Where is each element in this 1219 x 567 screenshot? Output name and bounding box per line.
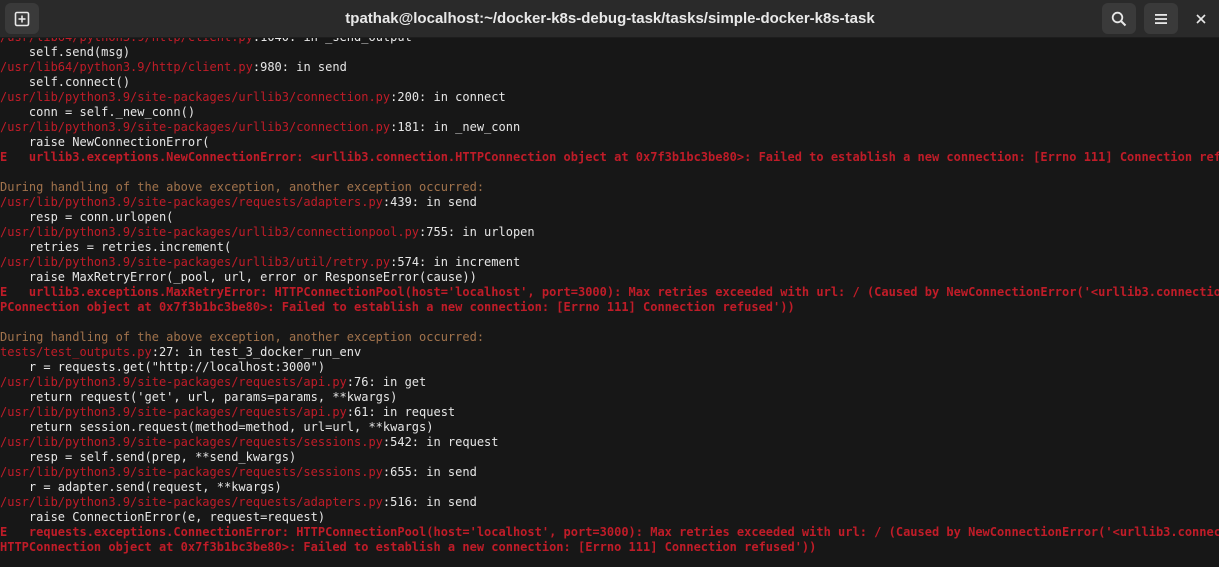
terminal-line: /usr/lib/python3.9/site-packages/urllib3… <box>0 90 1219 105</box>
terminal-line: conn = self._new_conn() <box>0 105 1219 120</box>
new-tab-button[interactable] <box>5 3 39 34</box>
terminal-line: raise MaxRetryError(_pool, url, error or… <box>0 270 1219 285</box>
file-path: /usr/lib/python3.9/site-packages/request… <box>0 375 347 389</box>
source-text: :980: in send <box>252 60 347 74</box>
terminal-line: /usr/lib/python3.9/site-packages/request… <box>0 465 1219 480</box>
file-path: /usr/lib/python3.9/site-packages/request… <box>0 435 383 449</box>
terminal-line: resp = self.send(prep, **send_kwargs) <box>0 450 1219 465</box>
source-text: r = adapter.send(request, **kwargs) <box>0 480 282 494</box>
terminal-line: /usr/lib/python3.9/site-packages/request… <box>0 435 1219 450</box>
file-path: /usr/lib/python3.9/site-packages/urllib3… <box>0 225 420 239</box>
terminal-line: r = requests.get("http://localhost:3000"… <box>0 360 1219 375</box>
source-text: r = requests.get("http://localhost:3000"… <box>0 360 326 374</box>
terminal-line: /usr/lib/python3.9/site-packages/urllib3… <box>0 255 1219 270</box>
file-path: /usr/lib64/python3.9/http/client.py <box>0 60 253 74</box>
terminal-line: /usr/lib64/python3.9/http/client.py:1040… <box>0 38 1219 45</box>
file-path: /usr/lib/python3.9/site-packages/urllib3… <box>0 255 391 269</box>
terminal-line: return session.request(method=method, ur… <box>0 420 1219 435</box>
error-text: HTTPConnection object at 0x7f3b1bc3be80>… <box>0 540 817 554</box>
source-text: return request('get', url, params=params… <box>0 390 398 404</box>
file-path: /usr/lib/python3.9/site-packages/urllib3… <box>0 90 391 104</box>
terminal-output[interactable]: /usr/lib64/python3.9/http/client.py:1040… <box>0 38 1219 567</box>
terminal-line: return request('get', url, params=params… <box>0 390 1219 405</box>
source-text: raise ConnectionError(e, request=request… <box>0 510 326 524</box>
terminal-line: /usr/lib/python3.9/site-packages/urllib3… <box>0 225 1219 240</box>
source-text: resp = self.send(prep, **send_kwargs) <box>0 450 297 464</box>
file-path: /usr/lib/python3.9/site-packages/urllib3… <box>0 120 391 134</box>
terminal-lines: /usr/lib64/python3.9/http/client.py:1040… <box>0 38 1219 555</box>
source-text: resp = conn.urlopen( <box>0 210 174 224</box>
source-text: return session.request(method=method, ur… <box>0 420 434 434</box>
error-text: E requests.exceptions.ConnectionError: H… <box>0 525 1219 539</box>
source-text: :61: in request <box>346 405 456 419</box>
hamburger-menu-icon <box>1155 13 1167 24</box>
close-button[interactable] <box>1187 5 1214 32</box>
terminal-line: self.connect() <box>0 75 1219 90</box>
terminal-line: E urllib3.exceptions.NewConnectionError:… <box>0 150 1219 165</box>
source-text: self.send(msg) <box>0 45 131 59</box>
file-path: tests/test_outputs.py <box>0 345 152 359</box>
source-text: :542: in request <box>382 435 499 449</box>
terminal-line: tests/test_outputs.py:27: in test_3_dock… <box>0 345 1219 360</box>
source-text: self.connect() <box>0 75 131 89</box>
terminal-line: /usr/lib/python3.9/site-packages/urllib3… <box>0 120 1219 135</box>
source-text: :27: in test_3_docker_run_env <box>151 345 362 359</box>
terminal-line: retries = retries.increment( <box>0 240 1219 255</box>
source-text: conn = self._new_conn() <box>0 105 196 119</box>
terminal-line: resp = conn.urlopen( <box>0 210 1219 225</box>
terminal-line: During handling of the above exception, … <box>0 180 1219 195</box>
terminal-line: /usr/lib/python3.9/site-packages/request… <box>0 375 1219 390</box>
file-path: /usr/lib/python3.9/site-packages/request… <box>0 195 383 209</box>
exception-note: During handling of the above exception, … <box>0 330 485 344</box>
source-text: :755: in urlopen <box>419 225 535 239</box>
source-text: raise NewConnectionError( <box>0 135 210 149</box>
error-text: PConnection object at 0x7f3b1bc3be80>: F… <box>0 300 795 314</box>
terminal-line: r = adapter.send(request, **kwargs) <box>0 480 1219 495</box>
terminal-line: E urllib3.exceptions.MaxRetryError: HTTP… <box>0 285 1219 300</box>
exception-note: During handling of the above exception, … <box>0 180 485 194</box>
file-path: /usr/lib64/python3.9/http/client.py <box>0 38 253 44</box>
source-text: :574: in increment <box>390 255 521 269</box>
terminal-line: /usr/lib64/python3.9/http/client.py:980:… <box>0 60 1219 75</box>
error-text: E urllib3.exceptions.MaxRetryError: HTTP… <box>0 285 1219 299</box>
terminal-line: self.send(msg) <box>0 45 1219 60</box>
file-path: /usr/lib/python3.9/site-packages/request… <box>0 465 383 479</box>
error-text: E urllib3.exceptions.NewConnectionError:… <box>0 150 1219 164</box>
source-text: :1040: in _send_output <box>253 38 412 44</box>
file-path: /usr/lib/python3.9/site-packages/request… <box>0 405 347 419</box>
window-title: tpathak@localhost:~/docker-k8s-debug-tas… <box>345 10 875 27</box>
source-text: :655: in send <box>382 465 477 479</box>
source-text: :181: in _new_conn <box>390 120 521 134</box>
terminal-line: E requests.exceptions.ConnectionError: H… <box>0 525 1219 540</box>
close-icon <box>1195 13 1206 24</box>
source-text: :516: in send <box>382 495 477 509</box>
menu-button[interactable] <box>1144 3 1178 34</box>
search-button[interactable] <box>1102 3 1136 34</box>
terminal-line: HTTPConnection object at 0x7f3b1bc3be80>… <box>0 540 1219 555</box>
terminal-line: During handling of the above exception, … <box>0 330 1219 345</box>
source-text: :439: in send <box>382 195 477 209</box>
source-text: :200: in connect <box>390 90 506 104</box>
terminal-line: /usr/lib/python3.9/site-packages/request… <box>0 405 1219 420</box>
terminal-line: PConnection object at 0x7f3b1bc3be80>: F… <box>0 300 1219 315</box>
search-icon <box>1111 11 1127 26</box>
terminal-line: /usr/lib/python3.9/site-packages/request… <box>0 195 1219 210</box>
terminal-line: raise NewConnectionError( <box>0 135 1219 150</box>
terminal-line: /usr/lib/python3.9/site-packages/request… <box>0 495 1219 510</box>
source-text: raise MaxRetryError(_pool, url, error or… <box>0 270 477 284</box>
new-tab-icon <box>14 11 30 26</box>
source-text: :76: in get <box>346 375 427 389</box>
window-titlebar: tpathak@localhost:~/docker-k8s-debug-tas… <box>0 0 1219 38</box>
terminal-line: raise ConnectionError(e, request=request… <box>0 510 1219 525</box>
file-path: /usr/lib/python3.9/site-packages/request… <box>0 495 383 509</box>
source-text: retries = retries.increment( <box>0 240 232 254</box>
